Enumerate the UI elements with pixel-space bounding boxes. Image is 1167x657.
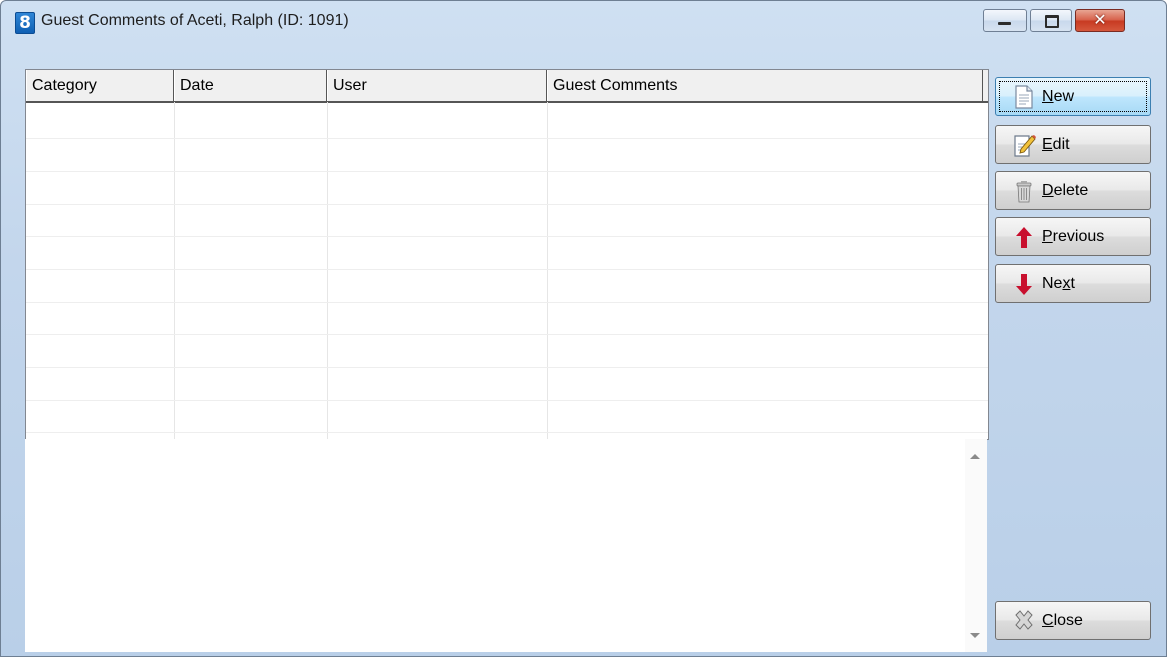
edit-document-icon (1014, 135, 1036, 157)
column-header-guest-comments[interactable]: Guest Comments (547, 70, 983, 101)
minimize-button[interactable] (983, 9, 1027, 32)
edit-button-label: Edit (1042, 136, 1070, 153)
previous-button-label: Previous (1042, 228, 1105, 245)
grid-column-divider (174, 102, 175, 439)
grid-row-line (26, 400, 988, 401)
delete-button[interactable]: Delete (995, 171, 1151, 210)
maximize-button[interactable] (1030, 9, 1072, 32)
grid-row-line (26, 269, 988, 270)
trash-icon (1016, 181, 1032, 203)
close-icon (1015, 610, 1033, 630)
arrow-down-icon (1016, 274, 1032, 295)
scroll-up-icon[interactable] (970, 454, 980, 459)
grid-row-line (26, 236, 988, 237)
edit-button[interactable]: Edit (995, 125, 1151, 164)
grid-row-line (26, 432, 988, 433)
grid-row-line (26, 171, 988, 172)
maximize-icon (1045, 15, 1059, 28)
new-button-label: New (1042, 88, 1075, 105)
column-header-date[interactable]: Date (174, 70, 327, 101)
comment-text-area[interactable] (25, 439, 987, 652)
grid-column-divider (547, 102, 548, 439)
previous-button[interactable]: Previous (995, 217, 1151, 256)
column-header-user[interactable]: User (327, 70, 547, 101)
next-button[interactable]: Next (995, 264, 1151, 303)
title-bar[interactable]: 8 Guest Comments of Aceti, Ralph (ID: 10… (1, 1, 1166, 37)
close-window-button[interactable]: ✕ (1075, 9, 1125, 32)
grid-header: Category Date User Guest Comments (26, 70, 988, 103)
grid-row-line (26, 204, 988, 205)
guest-comments-window: 8 Guest Comments of Aceti, Ralph (ID: 10… (0, 0, 1167, 657)
column-header-category[interactable]: Category (26, 70, 174, 101)
memo-scrollbar[interactable] (965, 439, 987, 652)
close-button-label: Close (1042, 612, 1083, 629)
delete-button-label: Delete (1042, 182, 1089, 199)
arrow-up-icon (1016, 227, 1032, 248)
scroll-down-icon[interactable] (970, 633, 980, 638)
grid-row-line (26, 302, 988, 303)
close-button[interactable]: Close (995, 601, 1151, 640)
document-icon (1015, 85, 1033, 109)
next-button-label: Next (1042, 275, 1075, 292)
close-x-icon: ✕ (1093, 10, 1107, 29)
grid-row-line (26, 334, 988, 335)
grid-column-divider (327, 102, 328, 439)
app-logo-icon: 8 (15, 12, 35, 34)
grid-row-line (26, 367, 988, 368)
grid-row-line (26, 138, 988, 139)
comments-grid[interactable]: Category Date User Guest Comments (25, 69, 989, 440)
minimize-icon (998, 22, 1011, 25)
window-title: Guest Comments of Aceti, Ralph (ID: 1091… (41, 12, 349, 29)
new-button[interactable]: New (995, 77, 1151, 116)
